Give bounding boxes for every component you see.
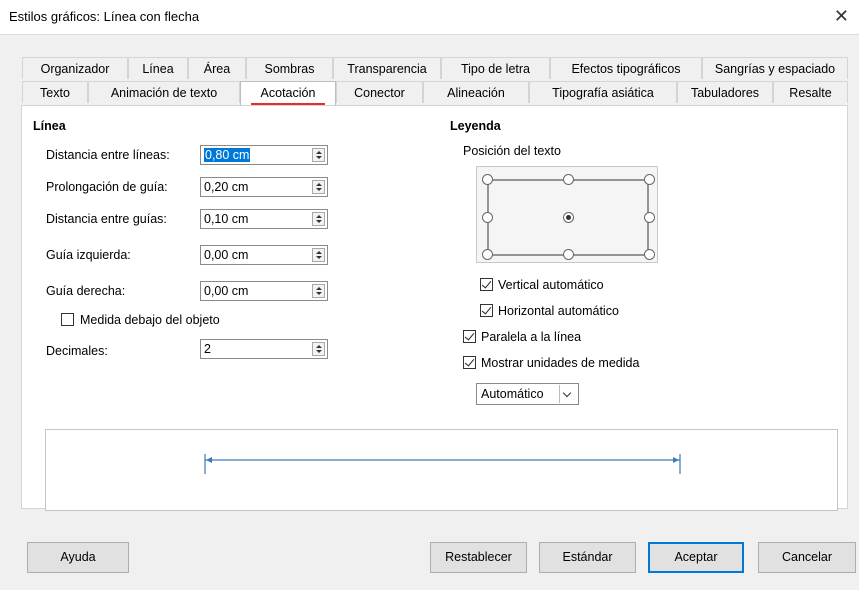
spin-button-icon[interactable] [312,284,325,298]
tab-efectos-tipograficos[interactable]: Efectos tipográficos [550,57,702,79]
tab-alineacion[interactable]: Alineación [423,81,529,103]
guide-overhang-value[interactable]: 0,20 cm [204,180,248,194]
show-units-checkbox[interactable] [463,356,476,369]
dimension-line-preview [204,454,681,474]
tab-label: Área [203,62,231,76]
text-position-label: Posición del texto [463,144,561,158]
parallel-checkbox[interactable] [463,330,476,343]
help-button[interactable]: Ayuda [27,542,129,573]
tab-area[interactable]: Área [188,57,246,79]
tab-label: Sangrías y espaciado [714,62,836,76]
right-guide-spinbox[interactable]: 0,00 cm [200,281,328,301]
position-radio-top-center[interactable] [563,174,574,185]
tab-label: Conector [354,86,405,100]
distance-spinbox[interactable]: 0,80 cm [200,145,328,165]
tab-tipografia-asiatica[interactable]: Tipografía asiática [529,81,677,103]
position-radio-bottom-left[interactable] [482,249,493,260]
position-radio-top-left[interactable] [482,174,493,185]
tab-organizador[interactable]: Organizador [22,57,128,79]
tab-sangrias-espaciado[interactable]: Sangrías y espaciado [702,57,848,79]
tab-label: Efectos tipográficos [571,62,681,76]
guide-distance-label: Distancia entre guías: [46,212,167,226]
window-title: Estilos gráficos: Línea con flecha [9,9,200,24]
left-guide-value[interactable]: 0,00 cm [204,248,248,262]
guide-overhang-spinbox[interactable]: 0,20 cm [200,177,328,197]
spin-button-icon[interactable] [312,248,325,262]
tab-animacion-texto[interactable]: Animación de texto [88,81,240,103]
tab-resalte[interactable]: Resalte [773,81,848,103]
tab-conector[interactable]: Conector [336,81,423,103]
right-guide-value[interactable]: 0,00 cm [204,284,248,298]
guide-distance-value[interactable]: 0,10 cm [204,212,248,226]
position-radio-bottom-center[interactable] [563,249,574,260]
tab-label: Alineación [447,86,505,100]
position-radio-bottom-right[interactable] [644,249,655,260]
decimals-label: Decimales: [46,344,108,358]
tab-sombras[interactable]: Sombras [246,57,333,79]
tab-label: Texto [40,86,70,100]
spin-button-icon[interactable] [312,148,325,162]
vertical-auto-checkbox[interactable] [480,278,493,291]
title-bar: Estilos gráficos: Línea con flecha ✕ [0,0,859,35]
spin-button-icon[interactable] [312,180,325,194]
reset-button[interactable]: Restablecer [430,542,527,573]
distance-label: Distancia entre líneas: [46,148,170,162]
position-radio-middle-right[interactable] [644,212,655,223]
tab-label: Resalte [789,86,832,100]
chevron-down-icon[interactable] [559,385,577,403]
horizontal-auto-label[interactable]: Horizontal automático [498,304,619,318]
below-object-label[interactable]: Medida debajo del objeto [80,313,220,327]
tab-label: Acotación [260,86,316,100]
decimals-spinbox[interactable]: 2 [200,339,328,359]
units-select-value: Automático [481,387,544,401]
tab-tipo-de-letra[interactable]: Tipo de letra [441,57,550,79]
position-radio-center[interactable] [563,212,574,223]
tab-label: Tipografía asiática [552,86,654,100]
spin-button-icon[interactable] [312,212,325,226]
position-radio-middle-left[interactable] [482,212,493,223]
close-icon[interactable]: ✕ [834,6,849,27]
tab-label: Sombras [264,62,315,76]
cancel-button[interactable]: Cancelar [758,542,856,573]
tab-texto[interactable]: Texto [22,81,88,103]
guide-overhang-label: Prolongación de guía: [46,180,168,194]
parallel-label[interactable]: Paralela a la línea [481,330,581,344]
spin-button-icon[interactable] [312,342,325,356]
tab-label: Transparencia [347,62,427,76]
leyenda-header: Leyenda [450,119,501,133]
below-object-checkbox[interactable] [61,313,74,326]
tab-linea[interactable]: Línea [128,57,188,79]
dimension-preview [45,429,838,511]
distance-value[interactable]: 0,80 cm [204,148,251,162]
decimals-value[interactable]: 2 [204,342,211,356]
tab-acotacion[interactable]: Acotación [240,81,336,106]
guide-distance-spinbox[interactable]: 0,10 cm [200,209,328,229]
linea-header: Línea [33,119,66,133]
tab-label: Tipo de letra [460,62,531,76]
standard-button[interactable]: Estándar [539,542,636,573]
units-select[interactable]: Automático [476,383,579,405]
tab-tabuladores[interactable]: Tabuladores [677,81,773,103]
show-units-label[interactable]: Mostrar unidades de medida [481,356,639,370]
ok-button[interactable]: Aceptar [648,542,744,573]
tab-label: Línea [142,62,174,76]
tab-label: Tabuladores [690,86,760,100]
position-radio-top-right[interactable] [644,174,655,185]
tab-transparencia[interactable]: Transparencia [333,57,441,79]
text-position-selector[interactable] [476,166,658,263]
right-guide-label: Guía derecha: [46,284,126,298]
horizontal-auto-checkbox[interactable] [480,304,493,317]
left-guide-spinbox[interactable]: 0,00 cm [200,245,328,265]
tab-label: Animación de texto [110,86,218,100]
vertical-auto-label[interactable]: Vertical automático [498,278,604,292]
tab-label: Organizador [40,62,110,76]
left-guide-label: Guía izquierda: [46,248,131,262]
